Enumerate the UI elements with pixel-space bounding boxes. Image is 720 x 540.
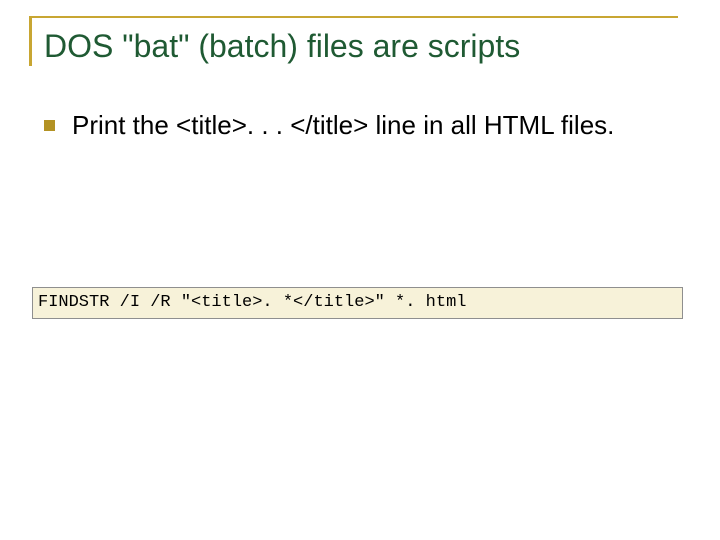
title-accent-rule-left bbox=[29, 16, 32, 66]
title-accent-rule-top bbox=[29, 16, 678, 18]
slide: DOS "bat" (batch) files are scripts Prin… bbox=[0, 0, 720, 540]
code-block: FINDSTR /I /R "<title>. *</title>" *. ht… bbox=[32, 287, 683, 319]
command-line: FINDSTR /I /R "<title>. *</title>" *. ht… bbox=[38, 293, 467, 312]
slide-title: DOS "bat" (batch) files are scripts bbox=[44, 28, 521, 64]
bullet-text: Print the <title>. . . </title> line in … bbox=[72, 110, 615, 140]
square-bullet-icon bbox=[44, 120, 55, 131]
